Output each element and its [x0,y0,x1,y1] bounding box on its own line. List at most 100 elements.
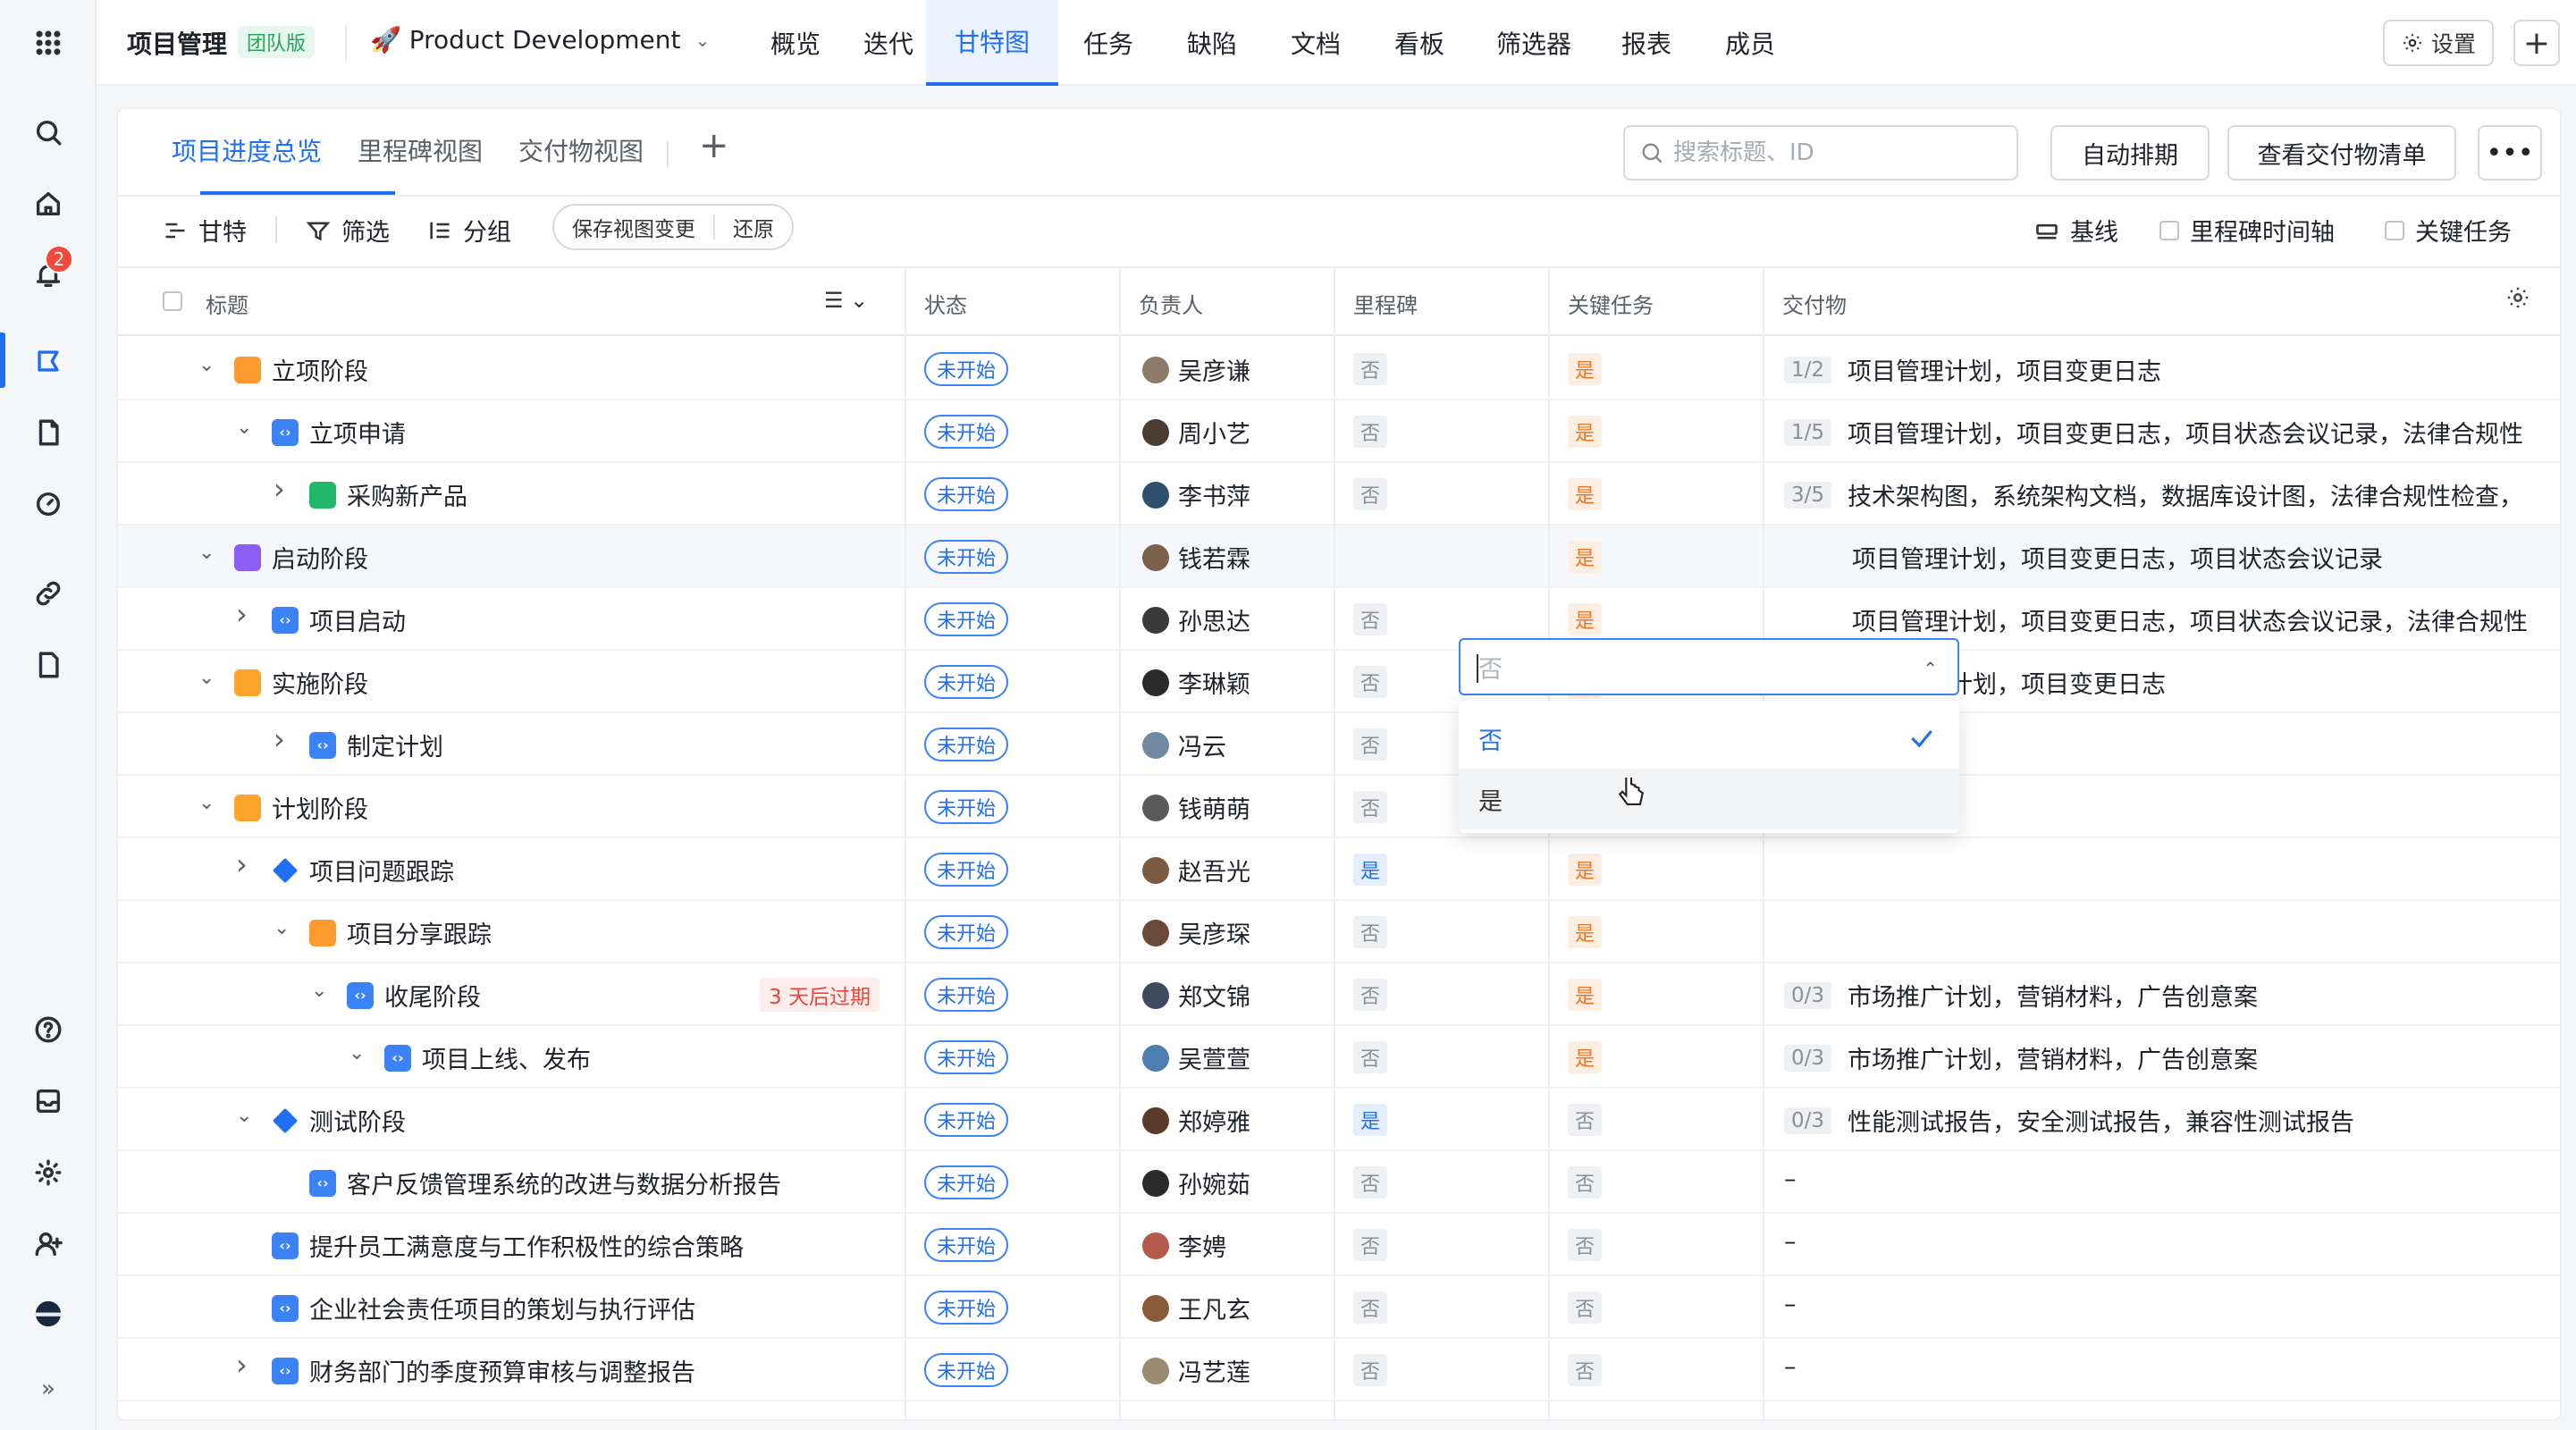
view-deliverables-button[interactable]: 查看交付物清单 [2227,125,2456,181]
status-badge[interactable]: 未开始 [924,978,1008,1012]
assignee-cell[interactable]: 李娉 [1142,1228,1226,1263]
assignee-cell[interactable]: 李书萍 [1142,477,1250,512]
table-row[interactable]: ‹› 企业社会责任项目的策划与执行评估 未开始 王凡玄 否 否 – [118,1276,2560,1339]
row-title[interactable]: 项目分享跟踪 [309,915,492,950]
deliverable-cell[interactable]: – [1784,1291,1797,1318]
user-avatar[interactable] [27,1292,70,1335]
critical-task-checkbox[interactable]: 关键任务 [2385,213,2512,248]
milestone-tag[interactable]: 否 [1353,1229,1387,1261]
row-title[interactable]: ‹› 财务部门的季度预算审核与调整报告 [272,1353,695,1388]
document-icon[interactable] [27,411,70,454]
table-row[interactable]: ›‹›制定计划未开始冯云否是 [118,713,2560,776]
status-badge[interactable]: 未开始 [924,1103,1008,1137]
table-row[interactable]: › 采购新产品 未开始 李书萍 否 是 3/5 技术架构图，系统架构文档，数据库设计图，法律合… [118,463,2560,526]
milestone-tag[interactable]: 否 [1353,603,1387,635]
select-all-checkbox[interactable] [163,291,182,311]
collapse-chevron-icon[interactable]: ⌄ [198,792,215,814]
home-icon[interactable] [27,182,70,225]
tab-board[interactable]: 看板 [1384,0,1455,86]
subtab-overview[interactable]: 项目进度总览 [172,132,322,168]
table-row[interactable]: ‹› 客户反馈管理系统的改进与数据分析报告 未开始 孙婉茹 否 否 – [118,1151,2560,1214]
assignee-cell[interactable]: 周小艺 [1142,415,1250,450]
row-title[interactable]: ‹› 项目启动 [272,602,406,637]
row-title[interactable]: ‹› 项目上线、发布 [384,1040,591,1075]
status-badge[interactable]: 未开始 [924,665,1008,699]
critical-tag[interactable]: 是 [1568,916,1602,948]
baseline-toggle[interactable]: 基线 [2034,213,2118,248]
critical-tag[interactable]: 是 [1568,979,1602,1011]
inbox-icon[interactable] [27,1080,70,1123]
milestone-tag[interactable]: 是 [1353,1104,1387,1136]
deliverable-cell[interactable]: 1/5 项目管理计划，项目变更日志，项目状态会议记录，法律合规性 [1784,415,2523,450]
assignee-cell[interactable]: 吴彦谦 [1142,352,1250,387]
table-row[interactable]: ‹› 提升员工满意度与工作积极性的综合策略 未开始 李娉 否 否 – [118,1214,2560,1276]
collapse-chevron-icon[interactable]: ⌄ [236,1105,252,1127]
help-icon[interactable] [27,1008,70,1051]
status-badge[interactable]: 未开始 [924,477,1008,511]
gantt-toggle[interactable]: 甘特 [163,213,247,248]
row-title[interactable]: 计划阶段 [234,790,368,825]
row-title[interactable]: 测试阶段 [272,1103,406,1138]
status-badge[interactable]: 未开始 [924,352,1008,386]
chevron-up-icon[interactable]: ⌃ [1923,658,1938,679]
deliverable-cell[interactable]: 项目管理计划，项目变更日志，项目状态会议记录，法律合规性 [1852,602,2528,637]
collapse-chevron-icon[interactable]: ⌄ [311,980,327,1002]
expand-chevron-icon[interactable]: › [236,847,248,881]
assignee-cell[interactable]: 赵吾光 [1142,853,1250,887]
status-badge[interactable]: 未开始 [924,915,1008,949]
milestone-tag[interactable]: 否 [1353,666,1387,698]
table-row[interactable]: ⌄ ‹› 立项申请 未开始 周小艺 否 是 1/5 项目管理计划，项目变更日志，项目状态会议记录… [118,400,2560,463]
option-yes[interactable]: 是 [1459,769,1959,829]
tab-docs[interactable]: 文档 [1280,0,1351,86]
collapse-chevron-icon[interactable]: ⌄ [349,1042,365,1064]
table-row[interactable]: ⌄ 测试阶段 未开始 郑婷雅 是 否 0/3 性能测试报告，安全测试报告，兼容性测试报告 [118,1089,2560,1151]
status-badge[interactable]: 未开始 [924,790,1008,824]
milestone-tag[interactable]: 是 [1353,854,1387,886]
checkbox[interactable] [2159,220,2179,240]
deliverable-cell[interactable]: 3/5 技术架构图，系统架构文档，数据库设计图，法律合规性检查， [1784,477,2523,512]
search-field[interactable] [1623,125,2018,181]
tab-bugs[interactable]: 缺陷 [1176,0,1248,86]
apps-grid-icon[interactable] [27,21,70,64]
row-title[interactable]: ‹› 企业社会责任项目的策划与执行评估 [272,1291,695,1325]
table-row[interactable]: ⌄ ‹› 收尾阶段 3 天后过期 未开始 郑文锦 否 是 0/3 市场推广计划，营销材料，广告创意… [118,963,2560,1026]
tab-filters[interactable]: 筛选器 [1486,0,1582,86]
row-title[interactable]: 实施阶段 [234,665,368,700]
deliverable-cell[interactable]: 0/3 性能测试报告，安全测试报告，兼容性测试报告 [1784,1103,2354,1138]
assignee-cell[interactable]: 吴萱萱 [1142,1040,1250,1075]
assignee-cell[interactable]: 郑文锦 [1142,978,1250,1013]
milestone-tag[interactable]: 否 [1353,353,1387,385]
milestone-tag[interactable]: 否 [1353,478,1387,510]
row-title[interactable]: ‹› 收尾阶段 [347,978,481,1013]
search-icon[interactable] [27,111,70,154]
restore-button[interactable]: 还原 [715,212,792,242]
deliverable-cell[interactable]: – [1784,1228,1797,1256]
tab-members[interactable]: 成员 [1714,0,1786,86]
deliverable-cell[interactable]: – [1784,1165,1797,1193]
collapse-chevron-icon[interactable]: ⌄ [198,667,215,689]
add-user-icon[interactable] [27,1223,70,1266]
critical-tag[interactable]: 是 [1568,478,1602,510]
milestone-axis-checkbox[interactable]: 里程碑时间轴 [2159,213,2335,248]
critical-tag[interactable]: 否 [1568,1166,1602,1199]
table-row[interactable]: ⌄ 计划阶段 未开始 钱萌萌 否 是 [118,776,2560,838]
collapse-chevron-icon[interactable]: ⌄ [198,354,215,376]
tab-reports[interactable]: 报表 [1611,0,1682,86]
table-row[interactable]: ⌄ ‹› 项目上线、发布 未开始 吴萱萱 否 是 0/3 市场推广计划，营销材料，广告创意案 [118,1026,2560,1089]
expand-chevron-icon[interactable]: › [236,597,248,631]
deliverable-cell[interactable]: 项目管理计划，项目变更日志，项目状态会议记录 [1852,540,2383,575]
assignee-cell[interactable]: 钱萌萌 [1142,790,1250,825]
tab-tasks[interactable]: 任务 [1073,0,1144,86]
status-badge[interactable]: 未开始 [924,1165,1008,1199]
status-badge[interactable]: 未开始 [924,1291,1008,1325]
milestone-tag[interactable]: 否 [1353,728,1387,761]
deliverable-cell[interactable]: 1/2 项目管理计划，项目变更日志 [1784,352,2161,387]
status-badge[interactable]: 未开始 [924,602,1008,636]
deliverable-cell[interactable]: 0/3 市场推广计划，营销材料，广告创意案 [1784,978,2258,1013]
tab-overview[interactable]: 概览 [760,0,831,86]
milestone-tag[interactable]: 否 [1353,1041,1387,1073]
column-settings-icon[interactable] [2504,284,2531,316]
subtab-milestone[interactable]: 里程碑视图 [358,132,483,168]
project-selector[interactable]: 🚀 Product Development ⌄ [370,25,710,55]
expand-chevron-icon[interactable]: › [236,1348,248,1382]
